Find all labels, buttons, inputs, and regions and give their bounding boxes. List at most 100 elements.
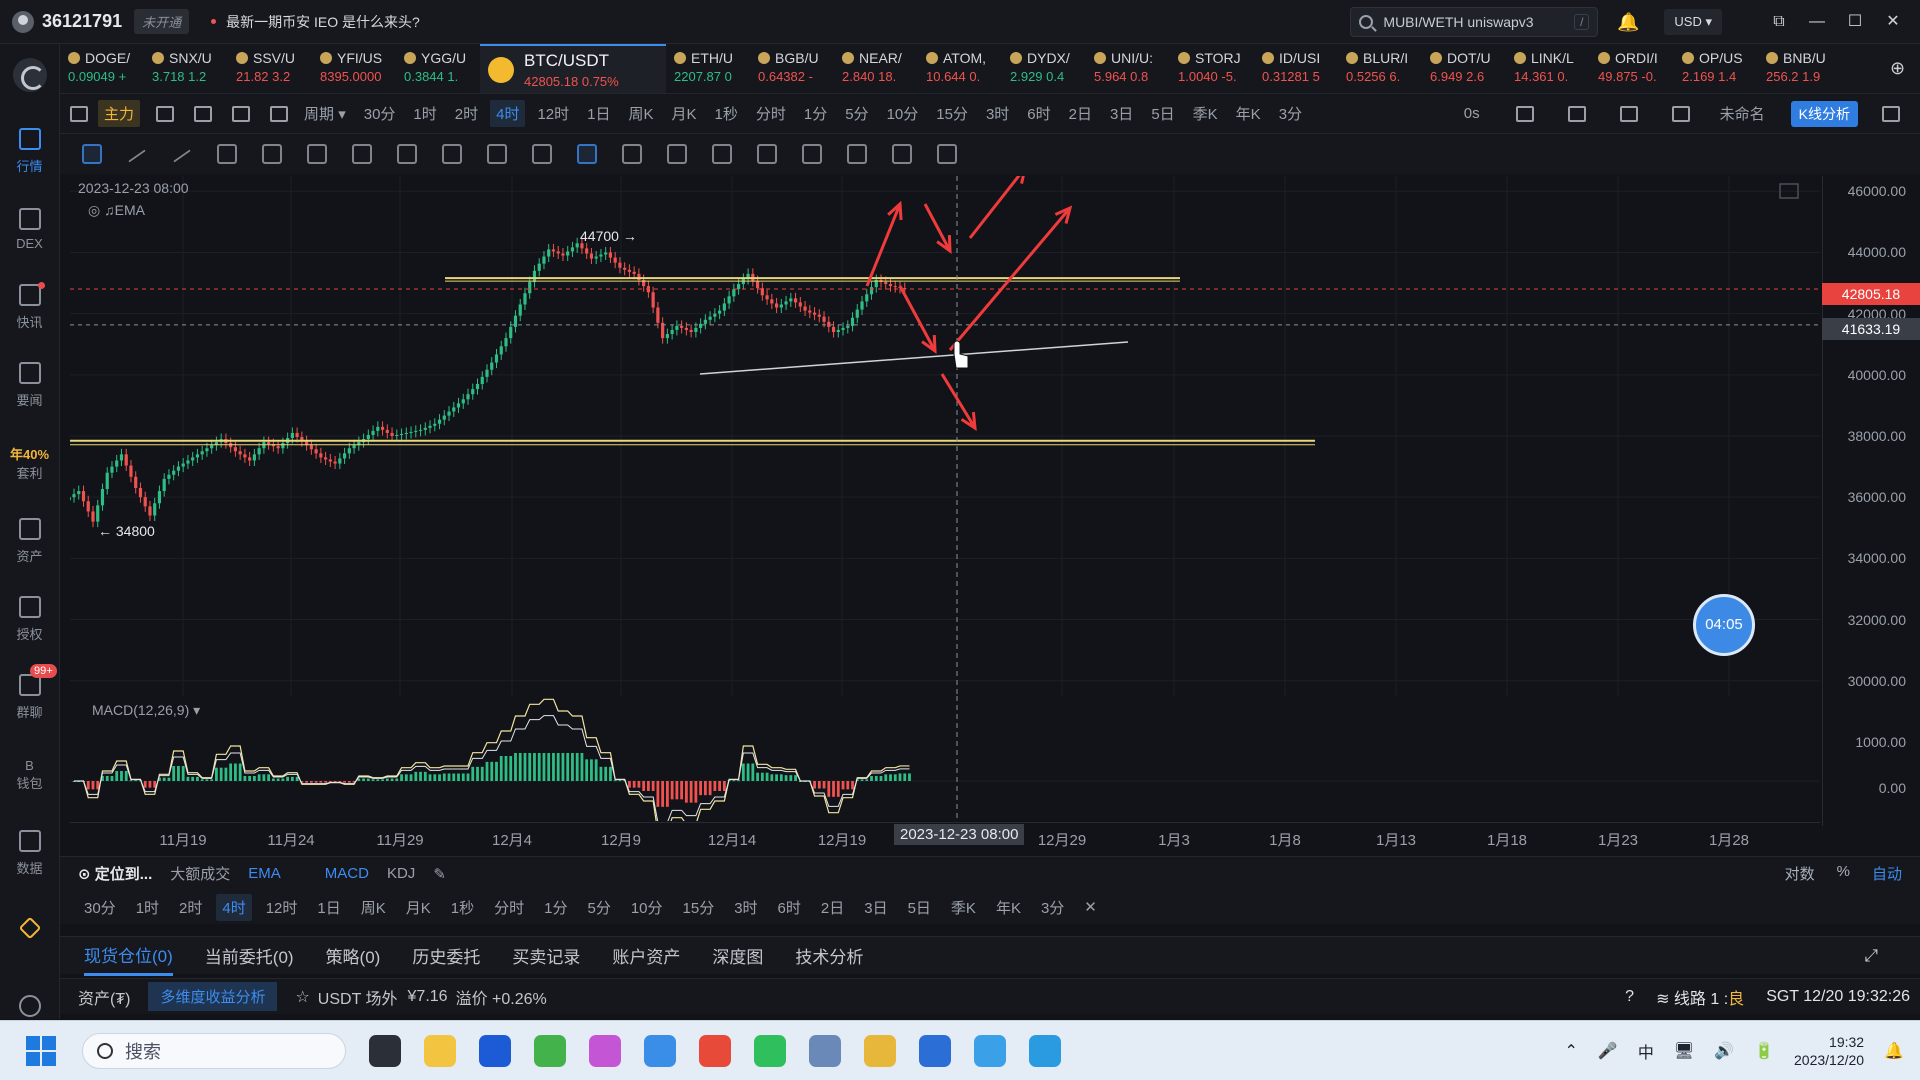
period2-30分[interactable]: 30分 (78, 894, 122, 921)
files-app-icon[interactable] (974, 1034, 1006, 1067)
ticker-19[interactable]: BNB/U 256.2 1.9 (1758, 44, 1842, 93)
close-icon[interactable]: ✕ (1882, 11, 1904, 33)
tab-2[interactable]: 策略(0) (326, 937, 381, 974)
trendline-tool-icon[interactable] (128, 149, 146, 163)
ticker-3[interactable]: YFI/US 8395.0000 (312, 44, 396, 93)
rectangle-tool-icon[interactable] (217, 144, 237, 164)
ticker-5[interactable]: BTC/USDT 42805.18 0.75% (480, 44, 666, 93)
tab-4[interactable]: 买卖记录 (512, 937, 580, 974)
text-tool-icon[interactable] (352, 144, 372, 164)
help-icon[interactable]: ? (1625, 988, 1634, 1006)
period-3分[interactable]: 3分 (1273, 100, 1308, 127)
sidebar-item-4[interactable]: 年40% 套利 (0, 424, 59, 502)
period-2日[interactable]: 2日 (1063, 100, 1098, 127)
vip-badge[interactable]: 未开通 (134, 9, 190, 34)
magnet-tool-icon[interactable] (577, 144, 597, 164)
profit-analysis-button[interactable]: 多维度收益分析 (148, 982, 278, 1011)
period2-1时[interactable]: 1时 (130, 894, 165, 921)
period-季K[interactable]: 季K (1187, 100, 1224, 127)
annotation-arrow[interactable] (865, 203, 902, 287)
taskbar-search[interactable]: 搜索 (82, 1032, 346, 1069)
channel-tool-icon[interactable] (173, 149, 191, 163)
period2-3分[interactable]: 3分 (1035, 894, 1070, 921)
news-headline[interactable]: 最新一期币安 IEO 是什么来头? (226, 12, 420, 32)
ticker-16[interactable]: LINK/L 14.361 0. (1506, 44, 1590, 93)
bell-icon[interactable]: 🔔 (1616, 10, 1640, 34)
refresh-interval[interactable]: 0s (1458, 102, 1486, 125)
share-icon[interactable] (1882, 105, 1900, 122)
sidebar-item-8[interactable]: B 钱包 (0, 736, 59, 814)
chart-type-icon[interactable] (70, 105, 88, 122)
annotation-arrow[interactable] (923, 203, 952, 252)
period2-5日[interactable]: 5日 (902, 894, 937, 921)
period2-周K[interactable]: 周K (355, 894, 392, 921)
ticker-17[interactable]: ORDI/I 49.875 -0. (1590, 44, 1674, 93)
auto-scale-toggle[interactable]: 自动 (1872, 863, 1902, 884)
account-icon[interactable] (12, 10, 34, 33)
sidebar-item-5[interactable]: 资产 (0, 502, 59, 580)
horizontal-line-tool-icon[interactable] (262, 144, 282, 164)
period2-4时[interactable]: 4时 (216, 893, 252, 921)
period2-月K[interactable]: 月K (400, 894, 437, 921)
more-tickers-icon[interactable]: ⊕ (1890, 58, 1910, 79)
period-4时[interactable]: 4时 (490, 100, 526, 127)
layout-name[interactable]: 未命名 (1714, 100, 1771, 127)
currency-select[interactable]: USD ▾ (1664, 9, 1722, 35)
ticker-9[interactable]: ATOM, 10.644 0. (918, 44, 1002, 93)
task-view-icon[interactable] (369, 1034, 401, 1067)
file-explorer-icon[interactable] (424, 1034, 456, 1067)
period2-1秒[interactable]: 1秒 (445, 894, 480, 921)
stock-app-icon[interactable] (809, 1034, 841, 1067)
font-tool-icon[interactable] (397, 144, 417, 164)
period-6时[interactable]: 6时 (1021, 100, 1056, 127)
period2-3时[interactable]: 3时 (728, 894, 763, 921)
ticker-0[interactable]: DOGE/0.09049 + (60, 44, 144, 93)
trend-line[interactable] (699, 341, 1129, 375)
sidebar-item-3[interactable]: 要闻 (0, 346, 59, 424)
pin-icon[interactable]: ☆ (295, 987, 309, 1007)
period-年K[interactable]: 年K (1230, 100, 1267, 127)
locate-button[interactable]: ⊙ 定位到... (78, 863, 152, 884)
wechat-icon[interactable] (754, 1034, 786, 1067)
macd-chart[interactable] (70, 696, 1820, 821)
battery-icon[interactable]: 🔋 (1754, 1041, 1774, 1061)
app-logo-icon[interactable] (12, 58, 47, 92)
period-1时[interactable]: 1时 (407, 100, 442, 127)
period2-6时[interactable]: 6时 (772, 894, 807, 921)
period-10分[interactable]: 10分 (881, 100, 925, 127)
log-scale-toggle[interactable]: 对数 (1785, 863, 1815, 884)
ticker-1[interactable]: SNX/U 3.718 1.2 (144, 44, 228, 93)
candlestick-chart[interactable]: 44700 → ← 34800 (70, 176, 1820, 696)
ticker-2[interactable]: SSV/U 21.82 3.2 (228, 44, 312, 93)
indicator-large-trades[interactable]: 大额成交 (170, 863, 230, 884)
ime-indicator[interactable]: 中 (1638, 1039, 1654, 1063)
eraser-tool-icon[interactable] (532, 144, 552, 164)
period2-12时[interactable]: 12时 (260, 894, 304, 921)
browser-app-icon[interactable] (534, 1034, 566, 1067)
delete-tool-icon[interactable] (802, 144, 822, 164)
symbol-search[interactable]: / (1350, 7, 1599, 37)
period2-2时[interactable]: 2时 (173, 894, 208, 921)
annotation-arrow[interactable] (940, 373, 977, 429)
ticker-13[interactable]: ID/USI 0.31281 5 (1254, 44, 1338, 93)
microphone-icon[interactable]: 🎤 (1598, 1041, 1618, 1061)
period-5日[interactable]: 5日 (1145, 100, 1180, 127)
sidebar-gem[interactable] (0, 892, 59, 970)
copy-tool-icon[interactable] (712, 144, 732, 164)
search-input[interactable] (1383, 14, 1575, 30)
period-3日[interactable]: 3日 (1104, 100, 1139, 127)
price-axis[interactable]: 46000.00 44000.00 42000.00 40000.00 38000.00… (1822, 176, 1920, 826)
ticker-7[interactable]: BGB/U 0.64382 - (750, 44, 834, 93)
ticker-11[interactable]: UNI/U: 5.964 0.8 (1086, 44, 1170, 93)
sync-tool-icon[interactable] (937, 144, 957, 164)
filter-tool-icon[interactable] (892, 144, 912, 164)
tab-3[interactable]: 历史委托 (412, 937, 480, 974)
alert-icon[interactable] (156, 105, 175, 122)
period-周K[interactable]: 周K (622, 100, 659, 127)
annotation-arrow[interactable] (898, 285, 937, 352)
period-月K[interactable]: 月K (666, 100, 703, 127)
tab-7[interactable]: 技术分析 (795, 937, 863, 974)
measure-tool-icon[interactable] (622, 144, 642, 164)
period2-季K[interactable]: 季K (945, 894, 982, 921)
ticker-18[interactable]: OP/US 2.169 1.4 (1674, 44, 1758, 93)
